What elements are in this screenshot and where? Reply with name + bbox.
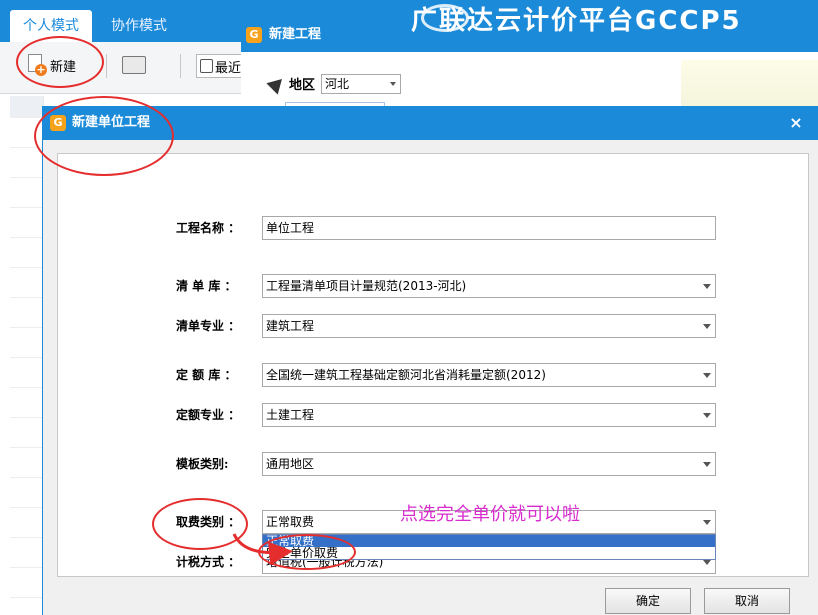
chevron-down-icon xyxy=(703,373,711,378)
quota-library-value: 全国统一建筑工程基础定额河北省消耗量定额(2012) xyxy=(266,368,546,382)
quota-specialty-select[interactable]: 土建工程 xyxy=(262,403,716,427)
annotation-note: 点选完全单价就可以啦 xyxy=(400,504,580,525)
list-item[interactable] xyxy=(10,208,43,238)
bill-library-value: 工程量清单项目计量规范(2013-河北) xyxy=(266,279,467,293)
list-item[interactable] xyxy=(10,478,43,508)
recent-button[interactable]: 最近 xyxy=(196,54,246,78)
list-item[interactable] xyxy=(10,358,43,388)
list-item[interactable] xyxy=(10,448,43,478)
annotation-circle-title xyxy=(34,96,174,176)
list-item[interactable] xyxy=(10,388,43,418)
open-folder-icon[interactable] xyxy=(122,56,146,74)
region-select[interactable]: 河北 xyxy=(321,74,401,94)
region-label-text: 地区 xyxy=(289,78,316,93)
list-item[interactable] xyxy=(10,268,43,298)
list-header xyxy=(10,96,43,118)
chevron-down-icon xyxy=(703,284,711,289)
annotation-circle-new xyxy=(16,36,104,88)
list-item[interactable] xyxy=(10,148,43,178)
quota-library-label: 定 额 库 ： xyxy=(176,368,237,382)
list-item[interactable] xyxy=(10,568,43,598)
location-arrow-icon xyxy=(266,72,288,95)
list-item[interactable] xyxy=(10,178,43,208)
list-item[interactable] xyxy=(10,538,43,568)
chevron-down-icon xyxy=(703,413,711,418)
template-type-label: 模板类别: xyxy=(176,457,229,471)
toolbar-divider xyxy=(106,54,107,78)
chevron-down-icon xyxy=(703,560,711,565)
template-type-value: 通用地区 xyxy=(266,457,315,471)
bill-specialty-select[interactable]: 建筑工程 xyxy=(262,314,716,338)
project-list xyxy=(10,96,44,615)
project-name-value: 单位工程 xyxy=(266,221,315,235)
quota-library-select[interactable]: 全国统一建筑工程基础定额河北省消耗量定额(2012) xyxy=(262,363,716,387)
app-logo-icon: G xyxy=(246,27,262,43)
decorative-banner xyxy=(681,60,818,108)
chevron-down-icon xyxy=(390,82,396,86)
recent-button-label: 最近 xyxy=(215,60,242,76)
cancel-button[interactable]: 取消 xyxy=(704,588,790,614)
chevron-down-icon xyxy=(703,520,711,525)
new-project-title: 新建工程 xyxy=(269,27,322,42)
new-project-dialog: G 新建工程 广联达云计价平台GCCP5 地区 河北 xyxy=(241,4,818,112)
list-item[interactable] xyxy=(10,418,43,448)
region-label: 地区 xyxy=(266,72,316,95)
project-name-label: 工程名称 ： xyxy=(176,221,241,235)
list-item[interactable] xyxy=(10,328,43,358)
tab-collaboration-mode[interactable]: 协作模式 xyxy=(104,10,174,42)
bill-library-label: 清 单 库 ： xyxy=(176,279,237,293)
new-unit-project-dialog: G 新建单位工程 × 工程名称 ： 单位工程 清 单 库 ： 工程量清单项目计量… xyxy=(42,106,818,615)
close-icon[interactable]: × xyxy=(787,114,805,132)
brand-banner: 广联达云计价平台GCCP5 xyxy=(411,6,742,36)
book-icon xyxy=(200,59,213,73)
annotation-arrow xyxy=(232,533,293,566)
bill-library-select[interactable]: 工程量清单项目计量规范(2013-河北) xyxy=(262,274,716,298)
chevron-down-icon xyxy=(703,462,711,467)
region-select-value: 河北 xyxy=(325,77,350,91)
list-item[interactable] xyxy=(10,238,43,268)
list-item[interactable] xyxy=(10,508,43,538)
project-name-input[interactable]: 单位工程 xyxy=(262,216,716,240)
template-type-select[interactable]: 通用地区 xyxy=(262,452,716,476)
bill-specialty-label: 清单专业 ： xyxy=(176,319,241,333)
quota-specialty-label: 定额专业 ： xyxy=(176,408,241,422)
list-item[interactable] xyxy=(10,298,43,328)
toolbar-divider xyxy=(180,54,181,78)
ok-button[interactable]: 确定 xyxy=(605,588,691,614)
fee-type-value: 正常取费 xyxy=(266,515,315,529)
chevron-down-icon xyxy=(703,324,711,329)
quota-specialty-value: 土建工程 xyxy=(266,408,315,422)
bill-specialty-value: 建筑工程 xyxy=(266,319,315,333)
